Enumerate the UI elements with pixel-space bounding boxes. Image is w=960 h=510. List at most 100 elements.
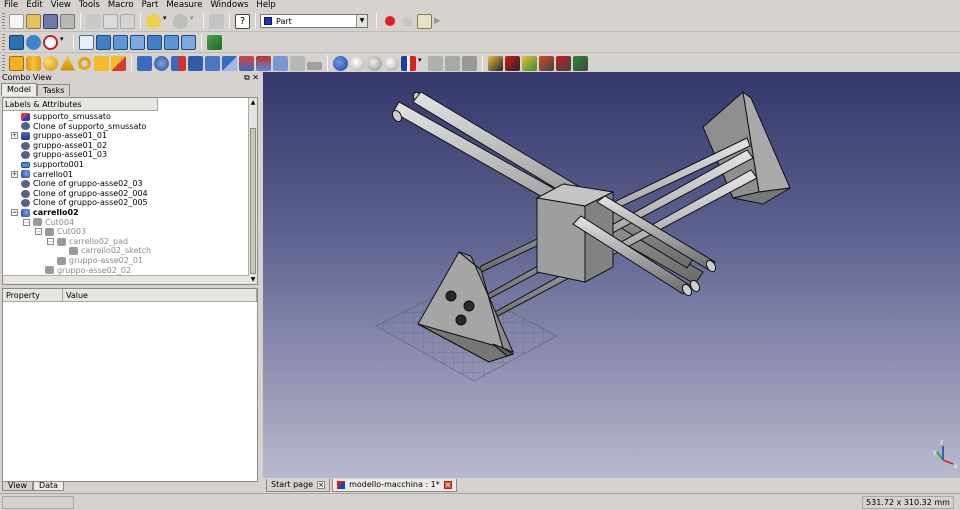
undo-icon[interactable]: [146, 13, 161, 29]
measure-refresh-icon[interactable]: [522, 55, 537, 71]
tree-item[interactable]: gruppo-asse02_02: [3, 266, 249, 276]
redo-dropdown-icon[interactable]: ▾: [190, 14, 198, 29]
top-view-icon[interactable]: [113, 34, 128, 50]
3d-viewport[interactable]: z x y: [263, 72, 960, 478]
tab-data[interactable]: Data: [32, 482, 65, 491]
menu-measure[interactable]: Measure: [162, 0, 206, 11]
isometric-view-icon[interactable]: [79, 34, 94, 50]
tree-item[interactable]: − Cut003: [3, 227, 249, 237]
boolean-icon[interactable]: [333, 55, 348, 71]
tab-start-page[interactable]: Start page ×: [266, 479, 331, 492]
toolbar-grip[interactable]: [2, 13, 5, 29]
undo-dropdown-icon[interactable]: ▾: [163, 14, 171, 29]
menu-file[interactable]: File: [0, 0, 22, 11]
shape-builder-icon[interactable]: [111, 55, 126, 71]
new-file-icon[interactable]: [9, 13, 24, 29]
menu-help[interactable]: Help: [252, 0, 279, 11]
value-column-header[interactable]: Value: [63, 289, 257, 301]
menu-tools[interactable]: Tools: [75, 0, 104, 11]
whats-this-icon[interactable]: ?: [235, 13, 250, 29]
dock-buttons[interactable]: ⧉ ✕: [244, 72, 259, 83]
cut-icon[interactable]: [86, 13, 101, 29]
close-icon[interactable]: ×: [317, 481, 326, 489]
toggle-3d-icon[interactable]: [556, 55, 571, 71]
collapse-icon[interactable]: −: [35, 228, 42, 236]
record-macro-icon[interactable]: [385, 16, 395, 26]
tree-item[interactable]: supporto001: [3, 160, 249, 170]
fit-selection-icon[interactable]: [26, 34, 41, 50]
loft-icon[interactable]: [256, 55, 271, 71]
tree-header[interactable]: Labels & Attributes: [3, 98, 158, 111]
expand-icon[interactable]: +: [11, 170, 18, 178]
measure-distance-icon[interactable]: [207, 34, 222, 50]
tree-horizontal-scrollbar[interactable]: [3, 275, 249, 284]
measure-angular-icon[interactable]: [505, 55, 520, 71]
offset-icon[interactable]: [290, 55, 305, 71]
tree-item[interactable]: Clone of supporto_smussato: [3, 122, 249, 132]
save-icon[interactable]: [43, 13, 58, 29]
refresh-icon[interactable]: [209, 13, 224, 29]
collapse-icon[interactable]: −: [11, 209, 18, 217]
scroll-down-icon[interactable]: ▼: [249, 275, 257, 284]
expand-icon[interactable]: +: [11, 132, 18, 140]
tree-item[interactable]: − carrello02_pad: [3, 237, 249, 247]
fuse-icon[interactable]: [367, 55, 382, 71]
redo-icon[interactable]: [173, 13, 188, 29]
macro-editor-icon[interactable]: [417, 13, 432, 29]
cylinder-icon[interactable]: [26, 55, 41, 71]
mirror-icon[interactable]: [171, 55, 186, 71]
torus-icon[interactable]: [77, 55, 92, 71]
tab-model[interactable]: Model: [1, 83, 38, 96]
property-column-header[interactable]: Property: [3, 289, 63, 301]
run-macro-icon[interactable]: ▶: [434, 14, 444, 29]
tree-item[interactable]: gruppo-asse02_01: [3, 256, 249, 266]
thickness-icon[interactable]: [307, 61, 322, 70]
fit-all-icon[interactable]: [9, 34, 24, 50]
common-icon[interactable]: [384, 55, 399, 71]
tree-item[interactable]: gruppo-asse01_03: [3, 150, 249, 160]
toggle-delta-icon[interactable]: [573, 55, 588, 71]
tree-item[interactable]: Clone of gruppo-asse02_03: [3, 179, 249, 189]
cut-shape-icon[interactable]: [350, 55, 365, 71]
menu-view[interactable]: View: [47, 0, 75, 11]
tab-tasks[interactable]: Tasks: [37, 84, 71, 96]
revolve-icon[interactable]: [154, 55, 169, 71]
ruled-surface-icon[interactable]: [239, 55, 254, 71]
stop-macro-icon[interactable]: [403, 16, 412, 26]
toolbar-grip[interactable]: [2, 34, 5, 50]
draw-style-dropdown-icon[interactable]: ▾: [60, 35, 68, 50]
menu-edit[interactable]: Edit: [22, 0, 46, 11]
fillet-icon[interactable]: [188, 55, 203, 71]
open-file-icon[interactable]: [26, 13, 41, 29]
close-icon[interactable]: ×: [443, 481, 452, 489]
scroll-thumb[interactable]: [250, 128, 256, 274]
left-view-icon[interactable]: [181, 34, 196, 50]
tree-item[interactable]: − carrello02: [3, 208, 249, 218]
cone-icon[interactable]: [60, 55, 75, 71]
tree-item[interactable]: supporto_smussato: [3, 112, 249, 122]
tab-modello-macchina[interactable]: modello-macchina : 1* ×: [332, 479, 457, 492]
paste-icon[interactable]: [120, 13, 135, 29]
sphere-icon[interactable]: [43, 55, 58, 71]
measure-linear-icon[interactable]: [488, 55, 503, 71]
right-view-icon[interactable]: [130, 34, 145, 50]
bottom-view-icon[interactable]: [164, 34, 179, 50]
tree-vertical-scrollbar[interactable]: ▲ ▼: [248, 98, 257, 284]
sweep-icon[interactable]: [273, 55, 288, 71]
split-icon[interactable]: [428, 55, 443, 71]
clear-all-icon[interactable]: [539, 55, 554, 71]
copy-icon[interactable]: [103, 13, 118, 29]
workbench-select[interactable]: Part ▼: [260, 14, 368, 28]
tree-item[interactable]: Clone of gruppo-asse02_005: [3, 198, 249, 208]
make-face-icon[interactable]: [222, 55, 237, 71]
tree-item[interactable]: gruppo-asse01_02: [3, 141, 249, 151]
scroll-up-icon[interactable]: ▲: [249, 98, 257, 107]
rear-view-icon[interactable]: [147, 34, 162, 50]
print-icon[interactable]: [60, 13, 75, 29]
section-icon[interactable]: [462, 55, 477, 71]
toolbar-grip[interactable]: [2, 55, 5, 71]
front-view-icon[interactable]: [96, 34, 111, 50]
chamfer-icon[interactable]: [205, 55, 220, 71]
join-features-icon[interactable]: [401, 55, 416, 71]
tree-item[interactable]: + carrello01: [3, 170, 249, 180]
